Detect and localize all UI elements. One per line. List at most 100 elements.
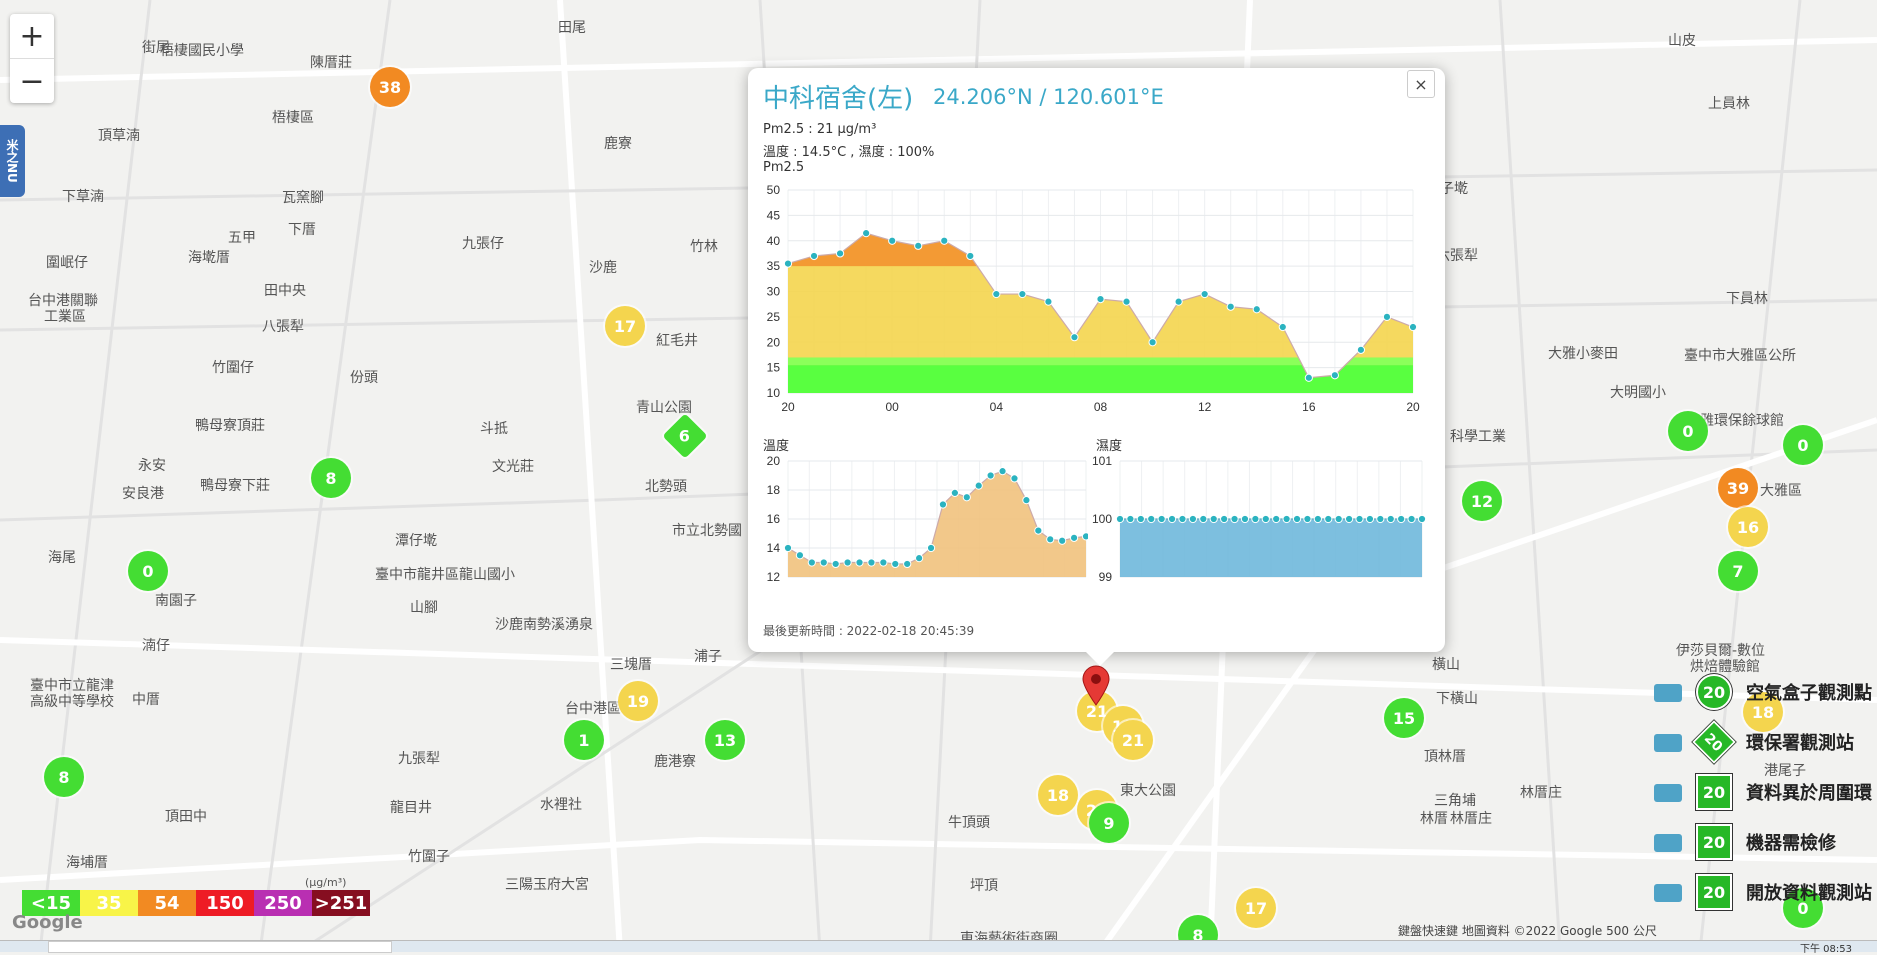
map-place-label: 下草湳 [62,189,104,205]
map-place-label: 湳仔 [142,638,170,654]
pm25-chart: 10 15 20 25 30 35 40 45 50 20 00 04 08 12 16 20 [767,183,1420,414]
hum-chart-label: 濕度 [1096,439,1123,454]
map-place-label: 八張犁 [262,319,304,335]
data-point [1303,514,1312,524]
data-point [974,481,983,490]
data-point [843,558,852,567]
station-marker[interactable]: 9 [1089,803,1129,843]
close-button[interactable]: × [1407,70,1435,98]
station-marker[interactable]: 12 [1462,481,1502,521]
map-place-label: 圍岷仔 [46,255,88,271]
data-point [1136,514,1145,524]
map-place-label: 中厝 [132,692,160,708]
station-marker[interactable]: 18 [1038,775,1078,815]
station-marker[interactable]: 13 [705,720,745,760]
legend-marker: 20 [1696,774,1732,810]
station-coords: 24.206°N / 120.601°E [933,85,1164,109]
zoom-out-button[interactable]: − [10,58,54,103]
station-marker[interactable]: 39 [1718,468,1758,508]
map-place-label: 街尾 [142,40,170,56]
pm-chart-label: Pm2.5 [763,160,805,175]
map-place-label: 鹿港寮 [654,754,696,770]
data-point [986,471,995,480]
threshold-band [788,357,1413,366]
map-attribution[interactable]: 鍵盤快速鍵 地圖資料 ©2022 Google 500 公尺 [1398,922,1657,939]
y-tick-label: 16 [767,512,781,526]
map-place-label: 鹿寮 [604,136,632,152]
data-point [1330,371,1339,380]
map-place-label: 大明國小 [1610,385,1666,401]
data-point [1365,514,1375,524]
legend-label: 空氣盒子觀測點 [1746,683,1872,704]
map-place-label: 梧棲國民小學 [160,43,244,59]
x-tick-label: 16 [1302,400,1316,414]
station-marker[interactable]: 0 [1668,411,1708,451]
legend-marker: 20 [1692,720,1736,764]
map-place-label: 三角埔 [1434,793,1476,809]
data-point [1324,514,1333,524]
station-marker[interactable]: 17 [1236,888,1276,928]
legend-marker: 20 [1696,874,1732,910]
data-point [1115,514,1125,524]
y-tick-label: 50 [767,183,781,197]
x-tick-label: 20 [1406,400,1420,414]
station-marker[interactable]: 1 [564,720,604,760]
data-point [998,467,1007,476]
data-point [1070,333,1079,342]
y-tick-label: 45 [767,208,781,222]
station-marker[interactable]: 19 [618,681,658,721]
station-marker[interactable]: 15 [1384,698,1424,738]
data-point [1240,514,1250,524]
station-marker[interactable]: 8 [311,458,351,498]
map-place-label: 雅環保餘球館 [1700,413,1784,429]
map-place-label: 鴨母寮頂莊 [195,418,265,434]
legend-row: 20 機器需檢修 [1650,822,1836,862]
last-updated: 最後更新時間 : 2022-02-18 20:45:39 [763,624,975,638]
map-place-label: 竹圍子 [408,849,450,865]
data-point [888,236,897,245]
map-place-label: 台中港區 [565,701,621,717]
map-place-label: 竹林 [690,239,718,255]
taskbar-search[interactable] [48,941,392,953]
map-place-label: 上員林 [1708,96,1750,112]
tower-repair-icon [1650,826,1686,858]
map-place-label: 山皮 [1668,33,1696,49]
legend-swatch: 150 [196,890,254,916]
data-point [1334,514,1343,524]
pm-reading: Pm2.5 : 21 μg/m³ [763,122,877,137]
station-marker[interactable]: 8 [44,757,84,797]
series-area [1120,519,1422,577]
x-tick-label: 00 [885,400,899,414]
side-menu-tab[interactable]: 米之NU [0,125,25,197]
road-line [1498,0,1562,951]
data-point [1226,302,1235,311]
y-tick-label: 35 [767,259,781,273]
map-place-label: 林厝庄 [1450,811,1492,827]
station-marker[interactable]: 7 [1718,551,1758,591]
data-point [1417,514,1427,524]
station-marker[interactable]: 0 [128,551,168,591]
data-point [809,251,819,261]
data-point [1147,514,1156,524]
map-place-label: 斗抵 [480,421,508,437]
zoom-in-button[interactable]: + [10,14,54,58]
station-marker[interactable]: 38 [370,67,410,107]
data-point [1282,514,1291,524]
data-point [1200,289,1209,299]
station-marker[interactable]: 0 [1783,425,1823,465]
data-point [1069,533,1079,542]
data-point [1261,514,1270,524]
map-place-label: 頂田中 [165,809,207,825]
data-point [962,493,971,502]
map-place-label: 坪頂 [970,878,998,894]
data-point [1408,322,1418,332]
legend-swatch: 54 [138,890,196,916]
station-marker[interactable]: 21 [1113,720,1153,760]
station-marker[interactable]: 17 [605,306,645,346]
station-marker[interactable]: 16 [1728,507,1768,547]
map-place-label: 海墘厝 [188,250,230,266]
map-place-label: 臺中市大雅區公所 [1684,348,1796,364]
data-point [1122,297,1131,306]
data-point [1010,474,1019,483]
data-point [1230,514,1239,524]
